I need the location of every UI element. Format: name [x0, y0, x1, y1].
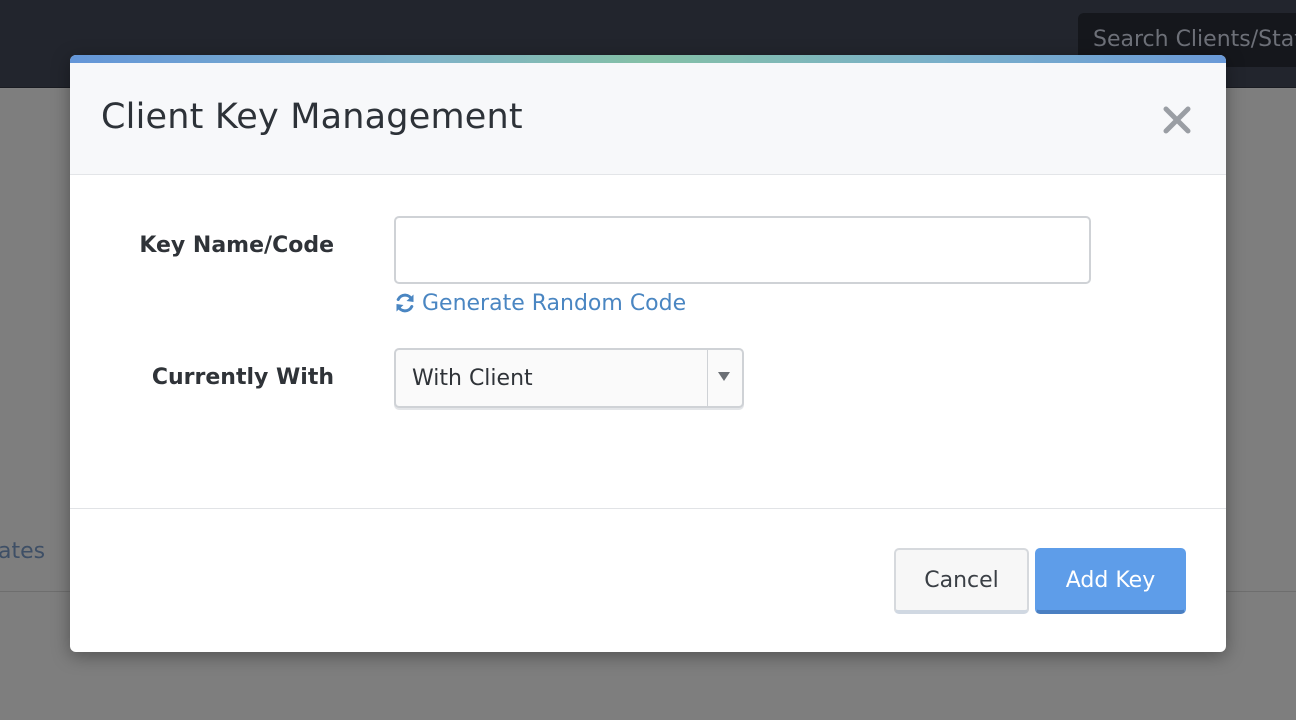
select-value: With Client: [412, 366, 533, 391]
add-key-button[interactable]: Add Key: [1035, 548, 1186, 614]
modal-header: Client Key Management: [70, 63, 1226, 175]
generate-link-label: Generate Random Code: [422, 290, 687, 316]
currently-with-label: Currently With: [151, 365, 334, 390]
generate-random-code-link[interactable]: Generate Random Code: [394, 288, 686, 318]
client-key-modal: Client Key Management Key Name/Code Gene…: [70, 55, 1226, 652]
modal-accent-bar: [70, 55, 1226, 63]
select-divider: [707, 350, 708, 406]
key-name-input[interactable]: [394, 216, 1091, 284]
close-icon[interactable]: [1160, 103, 1194, 137]
currently-with-select[interactable]: With Client: [394, 348, 744, 408]
chevron-down-icon: [718, 372, 730, 381]
background-link[interactable]: ates: [0, 539, 45, 564]
cancel-button[interactable]: Cancel: [894, 548, 1029, 614]
key-name-label: Key Name/Code: [139, 233, 334, 258]
footer-divider: [70, 508, 1226, 509]
refresh-icon: [394, 292, 416, 314]
modal-title: Client Key Management: [101, 97, 523, 137]
